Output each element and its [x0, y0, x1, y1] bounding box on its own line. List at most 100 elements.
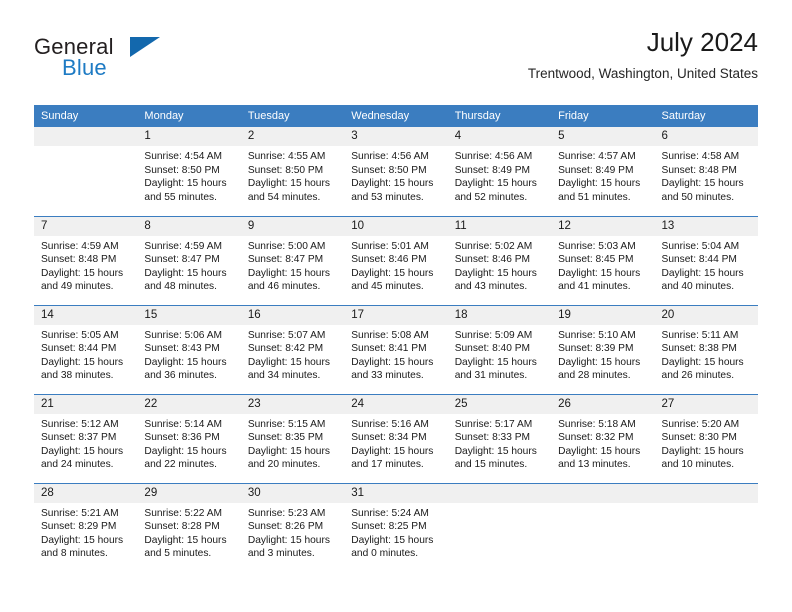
daylight-text-line1: Daylight: 15 hours [558, 356, 641, 368]
day-number: 6 [654, 127, 758, 146]
sunrise-text: Sunrise: 5:03 AM [558, 240, 636, 252]
day-cell[interactable]: 14 Sunrise: 5:05 AM Sunset: 8:44 PM Dayligh… [34, 304, 138, 394]
day-cell[interactable]: 12 Sunrise: 5:03 AM Sunset: 8:45 PM Dayligh… [551, 215, 655, 305]
daylight-text-line2: and 54 minutes. [247, 191, 321, 203]
sunset-text: Sunset: 8:49 PM [558, 164, 634, 176]
page-title: July 2024 [646, 27, 758, 57]
day-details: Sunrise: 5:03 AM Sunset: 8:45 PM Daylight:… [551, 236, 654, 294]
sunrise-text: Sunrise: 5:17 AM [454, 418, 533, 430]
sunset-text: Sunset: 8:32 PM [558, 432, 634, 444]
day-cell[interactable]: 19 Sunrise: 5:10 AM Sunset: 8:39 PM Dayligh… [551, 304, 655, 394]
day-cell[interactable]: 6 Sunrise: 4:58 AM Sunset: 8:48 PM Daylight… [654, 127, 758, 216]
day-cell[interactable]: 13 Sunrise: 5:04 AM Sunset: 8:44 PM Dayligh… [654, 215, 758, 305]
daylight-text-line2: and 17 minutes. [351, 459, 424, 471]
day-number: 24 [344, 394, 448, 414]
daylight-text-line1: Daylight: 15 hours [661, 356, 744, 368]
daylight-text-line2: and 24 minutes. [41, 459, 114, 471]
sunrise-text: Sunrise: 5:07 AM [247, 329, 326, 341]
page-subtitle: Trentwood, Washington, United States [527, 66, 758, 81]
daylight-text-line1: Daylight: 15 hours [144, 356, 227, 368]
day-cell[interactable]: 21 Sunrise: 5:12 AM Sunset: 8:37 PM Dayligh… [34, 393, 138, 483]
day-cell[interactable]: 1 Sunrise: 4:54 AM Sunset: 8:50 PM Daylight… [137, 127, 241, 216]
day-cell[interactable]: 24 Sunrise: 5:16 AM Sunset: 8:34 PM Dayligh… [344, 393, 448, 483]
sunset-text: Sunset: 8:47 PM [144, 254, 220, 266]
day-cell[interactable]: 29 Sunrise: 5:22 AM Sunset: 8:28 PM Dayligh… [137, 482, 241, 572]
day-cell[interactable]: 3 Sunrise: 4:56 AM Sunset: 8:50 PM Daylight… [344, 127, 448, 216]
day-number: 10 [344, 216, 448, 236]
day-cell[interactable]: 2 Sunrise: 4:55 AM Sunset: 8:50 PM Daylight… [240, 127, 345, 216]
week-row: 21 Sunrise: 5:12 AM Sunset: 8:37 PM Dayligh… [34, 393, 758, 483]
day-number: 20 [654, 305, 758, 325]
day-cell[interactable]: 16 Sunrise: 5:07 AM Sunset: 8:42 PM Dayligh… [240, 304, 345, 394]
day-cell[interactable]: 4 Sunrise: 4:56 AM Sunset: 8:49 PM Daylight… [447, 127, 552, 216]
sunset-text: Sunset: 8:28 PM [144, 521, 220, 533]
day-cell[interactable]: 25 Sunrise: 5:17 AM Sunset: 8:33 PM Dayligh… [447, 393, 552, 483]
weekday-header-tuesday: Tuesday [240, 105, 345, 127]
day-number: 3 [344, 127, 448, 146]
daylight-text-line2: and 49 minutes. [41, 281, 114, 293]
day-cell[interactable]: 22 Sunrise: 5:14 AM Sunset: 8:36 PM Dayligh… [137, 393, 241, 483]
daylight-text-line1: Daylight: 15 hours [144, 178, 227, 190]
daylight-text-line2: and 33 minutes. [351, 370, 424, 382]
daylight-text-line1: Daylight: 15 hours [41, 445, 124, 457]
daylight-text-line2: and 3 minutes. [247, 548, 315, 560]
day-details: Sunrise: 4:55 AM Sunset: 8:50 PM Daylight:… [241, 146, 344, 204]
day-cell[interactable]: 23 Sunrise: 5:15 AM Sunset: 8:35 PM Dayligh… [240, 393, 345, 483]
day-cell[interactable] [447, 482, 552, 572]
sunset-text: Sunset: 8:43 PM [144, 343, 220, 355]
day-details: Sunrise: 5:12 AM Sunset: 8:37 PM Daylight:… [34, 414, 137, 472]
daylight-text-line2: and 40 minutes. [661, 281, 735, 293]
day-cell[interactable]: 26 Sunrise: 5:18 AM Sunset: 8:32 PM Dayligh… [551, 393, 655, 483]
day-cell[interactable]: 8 Sunrise: 4:59 AM Sunset: 8:47 PM Daylight… [137, 215, 241, 305]
day-cell[interactable]: 20 Sunrise: 5:11 AM Sunset: 8:38 PM Dayligh… [654, 304, 758, 394]
day-number: 17 [344, 305, 448, 325]
day-number: 25 [447, 394, 552, 414]
day-cell[interactable]: 18 Sunrise: 5:09 AM Sunset: 8:40 PM Dayligh… [447, 304, 552, 394]
daylight-text-line2: and 46 minutes. [247, 281, 321, 293]
sunset-text: Sunset: 8:39 PM [558, 343, 634, 355]
day-details: Sunrise: 5:15 AM Sunset: 8:35 PM Daylight:… [241, 414, 344, 472]
day-cell[interactable]: 7 Sunrise: 4:59 AM Sunset: 8:48 PM Daylight… [34, 215, 138, 305]
logo-text-blue: Blue [62, 55, 107, 80]
general-blue-logo[interactable]: General Blue [34, 34, 234, 90]
day-number: 22 [137, 394, 241, 414]
day-cell[interactable]: 10 Sunrise: 5:01 AM Sunset: 8:46 PM Dayligh… [344, 215, 448, 305]
day-cell[interactable] [551, 482, 655, 572]
day-cell[interactable]: 28 Sunrise: 5:21 AM Sunset: 8:29 PM Dayligh… [34, 482, 138, 572]
day-cell[interactable] [654, 482, 758, 572]
day-cell[interactable]: 15 Sunrise: 5:06 AM Sunset: 8:43 PM Dayligh… [137, 304, 241, 394]
day-cell[interactable]: 9 Sunrise: 5:00 AM Sunset: 8:47 PM Daylight… [240, 215, 345, 305]
daylight-text-line1: Daylight: 15 hours [247, 178, 330, 190]
daylight-text-line1: Daylight: 15 hours [351, 534, 434, 546]
day-details [551, 503, 654, 507]
day-number: 2 [240, 127, 345, 146]
daylight-text-line2: and 36 minutes. [144, 370, 217, 382]
day-details [448, 503, 551, 507]
sunrise-text: Sunrise: 5:24 AM [351, 507, 429, 519]
sunrise-text: Sunrise: 5:20 AM [661, 418, 740, 430]
day-cell[interactable]: 11 Sunrise: 5:02 AM Sunset: 8:46 PM Dayligh… [447, 215, 552, 305]
weekday-header-saturday: Saturday [654, 105, 758, 127]
day-cell[interactable]: 5 Sunrise: 4:57 AM Sunset: 8:49 PM Daylight… [551, 127, 655, 216]
day-cell[interactable]: 31 Sunrise: 5:24 AM Sunset: 8:25 PM Dayligh… [344, 482, 448, 572]
day-cell[interactable]: 30 Sunrise: 5:23 AM Sunset: 8:26 PM Dayligh… [240, 482, 345, 572]
day-cell[interactable]: 27 Sunrise: 5:20 AM Sunset: 8:30 PM Dayligh… [654, 393, 758, 483]
weekday-header-thursday: Thursday [447, 105, 552, 127]
day-details: Sunrise: 5:08 AM Sunset: 8:41 PM Daylight:… [344, 325, 447, 383]
day-cell[interactable] [34, 127, 138, 216]
day-number: 8 [137, 216, 241, 236]
sunset-text: Sunset: 8:50 PM [144, 164, 220, 176]
sunrise-text: Sunrise: 4:56 AM [351, 151, 429, 162]
weekday-header-friday: Friday [551, 105, 655, 127]
sunrise-text: Sunrise: 5:12 AM [41, 418, 119, 430]
day-number: 28 [34, 483, 138, 503]
sunrise-text: Sunrise: 5:23 AM [247, 507, 326, 519]
daylight-text-line1: Daylight: 15 hours [144, 534, 227, 546]
day-details: Sunrise: 5:14 AM Sunset: 8:36 PM Daylight:… [137, 414, 240, 472]
sunset-text: Sunset: 8:50 PM [247, 164, 324, 176]
daylight-text-line1: Daylight: 15 hours [247, 267, 330, 279]
day-cell[interactable]: 17 Sunrise: 5:08 AM Sunset: 8:41 PM Dayligh… [344, 304, 448, 394]
week-row: 1 Sunrise: 4:54 AM Sunset: 8:50 PM Daylight… [34, 127, 758, 216]
sunrise-text: Sunrise: 5:06 AM [144, 329, 223, 341]
day-details: Sunrise: 4:59 AM Sunset: 8:48 PM Daylight:… [34, 236, 137, 294]
